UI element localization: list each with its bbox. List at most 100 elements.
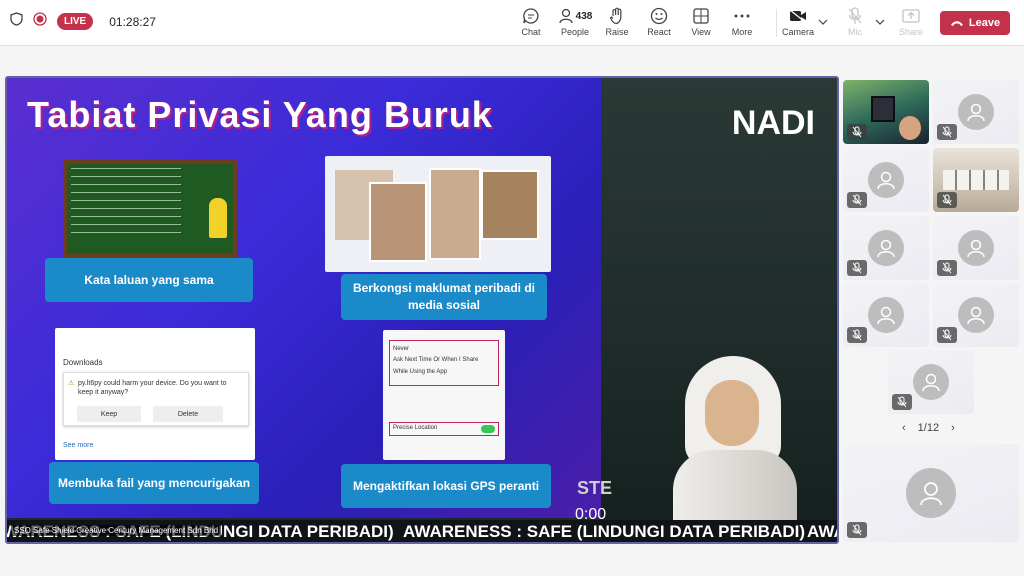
shared-content-stage[interactable]: Tabiat Privasi Yang Buruk Kata laluan ya… bbox=[5, 76, 839, 544]
person-avatar-icon bbox=[913, 364, 949, 400]
raise-label: Raise bbox=[605, 27, 629, 37]
smile-icon bbox=[637, 6, 681, 26]
person-avatar-icon bbox=[958, 94, 994, 130]
view-button[interactable]: View bbox=[679, 6, 723, 37]
more-button[interactable]: More bbox=[720, 6, 764, 37]
photo-post-2 bbox=[369, 182, 427, 262]
chalkboard-surface bbox=[67, 164, 233, 254]
mic-muted-icon bbox=[847, 327, 867, 343]
chevron-down-icon bbox=[875, 19, 885, 25]
location-option-ask: Ask Next Time Or When I Share bbox=[393, 357, 479, 364]
ticker-segment-2: AWARENESS : SAFE (LINDUNGI DATA PERIBADI… bbox=[403, 522, 806, 541]
mic-muted-icon bbox=[937, 260, 957, 276]
mic-off-icon bbox=[833, 6, 877, 26]
self-view-tile[interactable] bbox=[843, 444, 1019, 542]
mic-muted-icon bbox=[892, 394, 912, 410]
keep-button: Keep bbox=[77, 406, 141, 422]
nadi-logo: NADI bbox=[731, 104, 815, 142]
location-settings-image: Never Ask Next Time Or When I Share Whil… bbox=[383, 330, 505, 460]
participant-tile-6[interactable] bbox=[933, 216, 1019, 280]
person-avatar-icon bbox=[868, 230, 904, 266]
mic-button[interactable]: Mic bbox=[833, 6, 877, 37]
camera-label: Camera bbox=[781, 27, 814, 37]
ellipsis-icon bbox=[720, 6, 764, 26]
mic-label: Mic bbox=[848, 27, 862, 37]
hand-icon bbox=[595, 6, 639, 26]
mic-muted-icon bbox=[937, 327, 957, 343]
participant-tile-8[interactable] bbox=[933, 283, 1019, 347]
share-button[interactable]: Share bbox=[889, 6, 933, 37]
mic-muted-icon bbox=[847, 124, 867, 140]
precise-location-box: Precise Location bbox=[389, 422, 499, 436]
mic-muted-icon bbox=[847, 260, 867, 276]
participant-tile-7[interactable] bbox=[843, 283, 929, 347]
meeting-status: LIVE 01:28:27 bbox=[10, 12, 156, 31]
chevron-down-icon bbox=[818, 19, 828, 25]
leave-button[interactable]: Leave bbox=[940, 11, 1010, 35]
see-more-link: See more bbox=[63, 442, 94, 449]
mic-muted-icon bbox=[847, 522, 867, 538]
card-enable-gps: Mengaktifkan lokasi GPS peranti bbox=[341, 464, 551, 508]
person-avatar-icon bbox=[868, 297, 904, 333]
location-option-never: Never bbox=[393, 346, 410, 352]
people-control: 438 bbox=[552, 6, 598, 26]
camera-off-icon bbox=[776, 6, 820, 26]
share-icon bbox=[889, 6, 933, 26]
shield-icon[interactable] bbox=[10, 12, 23, 31]
camera-button[interactable]: Camera bbox=[776, 6, 820, 37]
phone-hangup-icon bbox=[950, 21, 963, 26]
room-windows bbox=[943, 170, 1009, 190]
card-suspicious-files: Membuka fail yang mencurigakan bbox=[49, 462, 259, 504]
people-icon bbox=[559, 8, 573, 24]
chevron-right-icon[interactable]: › bbox=[951, 422, 955, 434]
mic-muted-icon bbox=[937, 192, 957, 208]
meeting-toolbar: LIVE 01:28:27 Chat 438 People Raise Reac… bbox=[0, 0, 1024, 46]
mic-options-chevron[interactable] bbox=[872, 12, 888, 30]
people-button[interactable]: 438 People bbox=[552, 6, 598, 37]
photo-post-4 bbox=[481, 170, 539, 240]
downloads-panel-image: Downloads ⚠ py.lt6py could harm your dev… bbox=[55, 328, 255, 460]
downloads-title: Downloads bbox=[63, 358, 103, 367]
react-label: React bbox=[647, 27, 671, 37]
react-button[interactable]: React bbox=[637, 6, 681, 37]
participant-tile-5[interactable] bbox=[843, 216, 929, 280]
person-avatar-icon bbox=[958, 297, 994, 333]
person-avatar-icon bbox=[906, 468, 956, 518]
chat-button[interactable]: Chat bbox=[509, 6, 553, 37]
more-label: More bbox=[731, 27, 753, 37]
person-avatar-icon bbox=[868, 162, 904, 198]
meeting-timer: 01:28:27 bbox=[109, 14, 156, 29]
view-label: View bbox=[691, 27, 711, 37]
child-face bbox=[899, 116, 921, 140]
mic-muted-icon bbox=[847, 192, 867, 208]
presenter-figure bbox=[673, 350, 797, 542]
presentation-slide: Tabiat Privasi Yang Buruk Kata laluan ya… bbox=[7, 78, 601, 518]
gallery-pager: ‹ 1/12 › bbox=[902, 422, 955, 434]
warning-icon: ⚠ bbox=[68, 380, 75, 387]
person-avatar-icon bbox=[958, 230, 994, 266]
participant-tile-video-1[interactable] bbox=[843, 80, 929, 144]
recording-icon bbox=[33, 12, 47, 31]
chalk-lines bbox=[71, 168, 181, 238]
cartoon-figure bbox=[209, 198, 227, 238]
people-count: 438 bbox=[575, 10, 593, 22]
participant-tile-9[interactable] bbox=[888, 350, 974, 414]
grid-icon bbox=[679, 6, 723, 26]
presenter-video: NADI STE 0:00 bbox=[575, 78, 837, 542]
participant-tile-video-4[interactable] bbox=[933, 148, 1019, 212]
participant-tile-2[interactable] bbox=[933, 80, 1019, 144]
content-caption: SSO Safe Shield Creative Century Managem… bbox=[11, 525, 222, 536]
card-share-personal-info: Berkongsi maklumat peribadi di media sos… bbox=[341, 274, 547, 320]
chevron-left-icon[interactable]: ‹ bbox=[902, 422, 906, 434]
delete-button: Delete bbox=[153, 406, 223, 422]
toggle-on-icon bbox=[481, 425, 495, 433]
raise-hand-button[interactable]: Raise bbox=[595, 6, 639, 37]
download-warning-text: py.lt6py could harm your device. Do you … bbox=[78, 380, 227, 397]
mic-muted-icon bbox=[937, 124, 957, 140]
slide-title: Tabiat Privasi Yang Buruk bbox=[27, 94, 493, 135]
camera-options-chevron[interactable] bbox=[815, 12, 831, 30]
photo-post-3 bbox=[429, 168, 481, 260]
ticker-segment-3: AWA bbox=[807, 522, 837, 541]
location-options-box: Never Ask Next Time Or When I Share Whil… bbox=[389, 340, 499, 386]
participant-tile-3[interactable] bbox=[843, 148, 929, 212]
